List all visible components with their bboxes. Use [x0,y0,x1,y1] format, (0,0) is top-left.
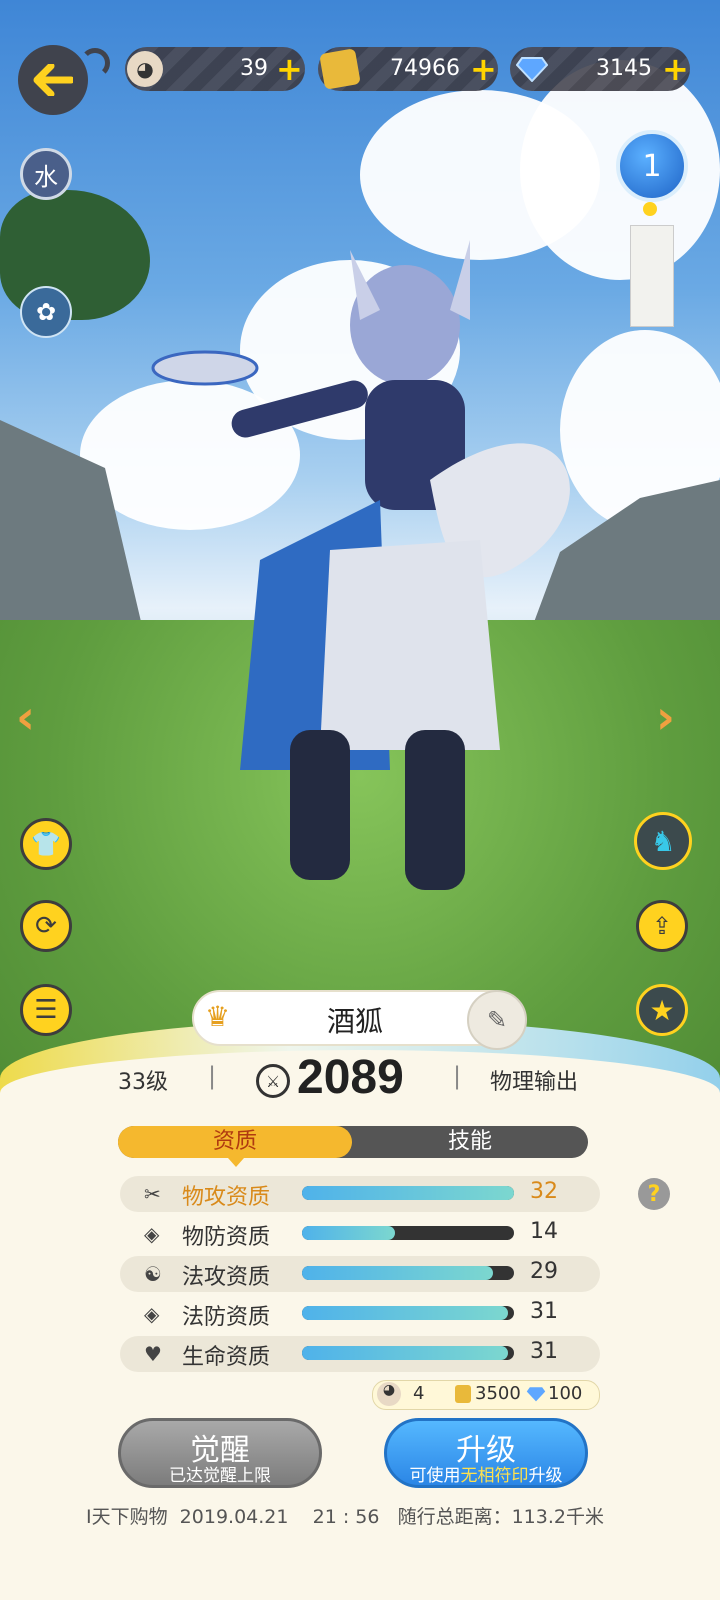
rename-button[interactable]: ✎ [467,990,527,1050]
refresh-button[interactable]: ⟳ [20,900,72,952]
share-icon: ⇪ [651,912,673,940]
stat-bar [302,1186,514,1200]
stat-row: ◈ 物防资质 14 [120,1216,600,1252]
stat-bar-fill [302,1266,493,1280]
stat-icon: ◈ [144,1302,160,1326]
stat-icon: ♥ [144,1342,162,1366]
stat-bar-fill [302,1346,508,1360]
stat-value: 29 [530,1259,558,1284]
element-badge[interactable]: 水 [20,148,72,200]
tab-skills[interactable]: 技能 [352,1126,588,1158]
stat-icon: ◈ [144,1222,160,1246]
list-button[interactable]: ☰ [20,984,72,1036]
add-gem-button[interactable]: + [662,50,689,88]
gold-ingot-icon [455,1385,471,1403]
spirit-icon: ♞ [650,824,676,858]
stat-bar-fill [302,1226,396,1240]
divider: | [453,1062,462,1090]
cost-gold: 3500 [475,1383,521,1404]
tab-aptitude[interactable]: 资质 [118,1126,352,1158]
shirt-icon: 👕 [31,830,61,858]
add-item-button[interactable]: + [276,50,303,88]
divider: | [208,1062,217,1090]
stat-row: ◈ 法防资质 31 [120,1296,600,1332]
upgrade-button[interactable]: 升级 可使用无相符印升级 [384,1418,588,1488]
stat-value: 31 [530,1339,558,1364]
back-button[interactable] [18,45,88,115]
upgrade-cost: ◕ 4 3500 100 [372,1380,600,1410]
stat-label: 法攻资质 [182,1265,271,1290]
stat-value: 32 [530,1179,558,1204]
lantern-tag [630,225,674,327]
cost-item: 4 [413,1383,425,1404]
add-gold-button[interactable]: + [470,50,497,88]
star-icon: ★ [649,993,675,1027]
edit-icon: ✎ [486,1006,508,1034]
diamond-icon [514,51,550,87]
stat-icon: ✂ [144,1182,161,1206]
level-badge[interactable]: 1 [616,130,688,202]
next-character-arrow[interactable]: › [656,690,675,744]
gold-ingot-icon [319,48,361,90]
awaken-button[interactable]: 觉醒 已达觉醒上限 [118,1418,322,1488]
character-role: 物理输出 [490,1070,579,1095]
stat-label: 生命资质 [182,1345,271,1370]
watermark-footer: I天下购物 2019.04.21 21 : 56 随行总距离：113.2千米 [86,1506,604,1528]
character-level: 33级 [118,1070,168,1095]
pet-button[interactable]: ♞ [634,812,692,870]
lantern-bead [643,202,657,216]
upgrade-sub-pre: 可使用 [409,1466,461,1486]
stat-value: 14 [530,1219,558,1244]
character-name: 酒狐 [326,1005,383,1038]
upgrade-sub-post: 升级 [528,1466,563,1486]
stat-bar-fill [302,1306,508,1320]
stat-row: ✂ 物攻资质 32 [120,1176,600,1212]
cycle-icon: ⟳ [35,911,57,941]
stat-label: 物防资质 [182,1225,271,1250]
fox-spirit-button[interactable]: ✿ [20,286,72,338]
fox-spirit-icon: ✿ [35,298,57,326]
back-arrow-icon [33,64,73,96]
upgrade-subtitle: 可使用无相符印升级 [387,1461,585,1486]
stat-bar [302,1266,514,1280]
cost-gem: 100 [548,1383,583,1404]
pet-face-icon: ◕ [377,1382,401,1406]
item-count: 39 [240,56,268,81]
diamond-icon [526,1386,546,1406]
stat-bar [302,1306,514,1320]
power-icon: ⚔ [256,1064,290,1098]
pet-face-icon: ◕ [127,51,163,87]
awaken-subtitle: 已达觉醒上限 [169,1466,271,1486]
favorite-button[interactable]: ★ [636,984,688,1036]
share-button[interactable]: ⇪ [636,900,688,952]
outfit-button[interactable]: 👕 [20,818,72,870]
prev-character-arrow[interactable]: ‹ [16,690,35,744]
character-model [151,240,570,890]
stat-bar-fill [302,1186,514,1200]
back-button-tail [80,48,110,78]
help-icon[interactable]: ? [638,1178,670,1210]
upgrade-sub-highlight: 无相符印 [460,1466,529,1486]
tab-pointer [228,1158,244,1167]
stat-label: 物攻资质 [182,1185,271,1210]
combat-power: 2089 [297,1051,404,1104]
stat-label: 法防资质 [182,1305,271,1330]
stat-value: 31 [530,1299,558,1324]
stat-row: ☯ 法攻资质 29 [120,1256,600,1292]
stat-icon: ☯ [144,1262,162,1286]
stat-bar [302,1226,514,1240]
gem-count: 3145 [596,56,652,81]
stat-bar [302,1346,514,1360]
list-icon: ☰ [34,995,58,1025]
crown-icon: ♛ [205,1000,231,1033]
stat-row: ♥ 生命资质 31 [120,1336,600,1372]
gold-count: 74966 [390,56,460,81]
